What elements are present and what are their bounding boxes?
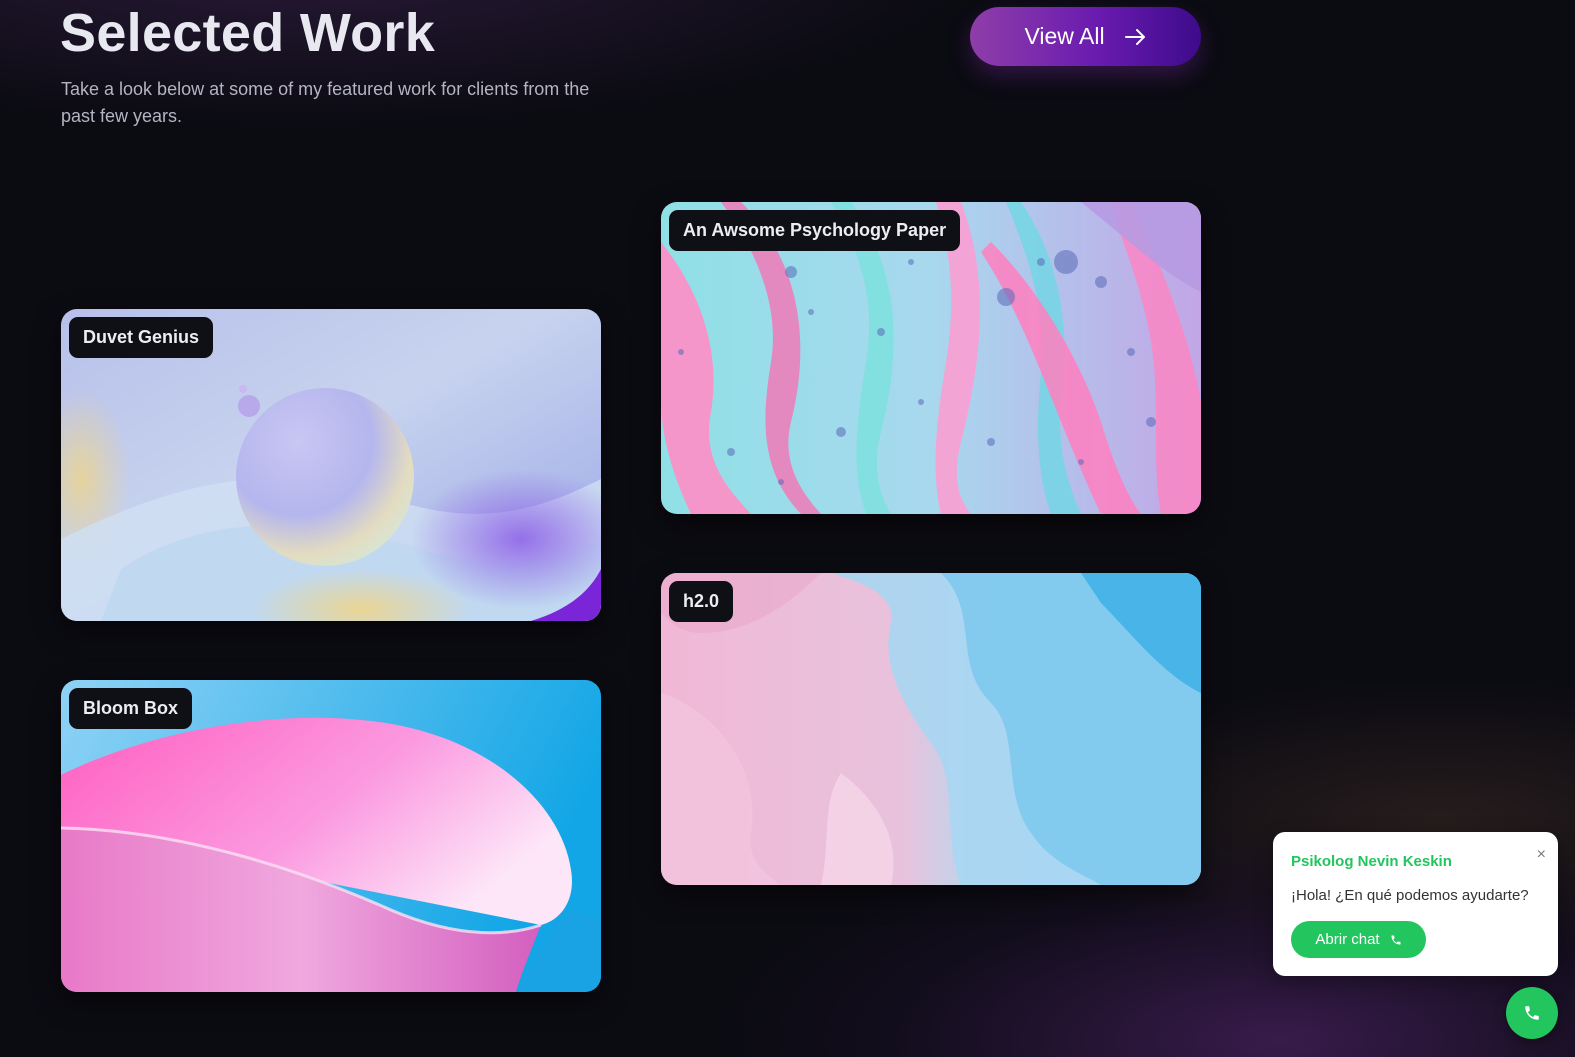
chat-greeting: ¡Hola! ¿En qué podemos ayudarte? xyxy=(1291,887,1529,904)
project-image-h2-0 xyxy=(661,573,1201,885)
phone-icon xyxy=(1525,1006,1539,1020)
chat-contact-name: Psikolog Nevin Keskin xyxy=(1291,853,1452,870)
project-card-psychology-paper[interactable]: An Awsome Psychology Paper xyxy=(661,202,1201,514)
project-card-duvet-genius[interactable]: Duvet Genius xyxy=(61,309,601,621)
section-subtitle: Take a look below at some of my featured… xyxy=(61,79,590,126)
open-chat-label: Abrir chat xyxy=(1315,931,1380,948)
project-card-h2-0[interactable]: h2.0 xyxy=(661,573,1201,885)
close-icon[interactable]: × xyxy=(1537,847,1546,863)
chat-launcher-button[interactable] xyxy=(1506,987,1558,1039)
view-all-button[interactable]: View All xyxy=(970,7,1201,66)
project-card-bloom-box[interactable]: Bloom Box xyxy=(61,680,601,992)
chat-popup: Psikolog Nevin Keskin × ¡Hola! ¿En qué p… xyxy=(1273,832,1558,976)
project-label: An Awsome Psychology Paper xyxy=(669,210,961,251)
arrow-right-icon xyxy=(1124,28,1145,45)
project-label: Duvet Genius xyxy=(69,317,214,358)
phone-icon xyxy=(1391,935,1401,944)
open-chat-button[interactable]: Abrir chat xyxy=(1291,921,1426,958)
section-title: Selected Work xyxy=(60,3,436,63)
project-label: h2.0 xyxy=(669,581,734,622)
view-all-label: View All xyxy=(1024,23,1105,49)
project-label: Bloom Box xyxy=(69,688,193,729)
